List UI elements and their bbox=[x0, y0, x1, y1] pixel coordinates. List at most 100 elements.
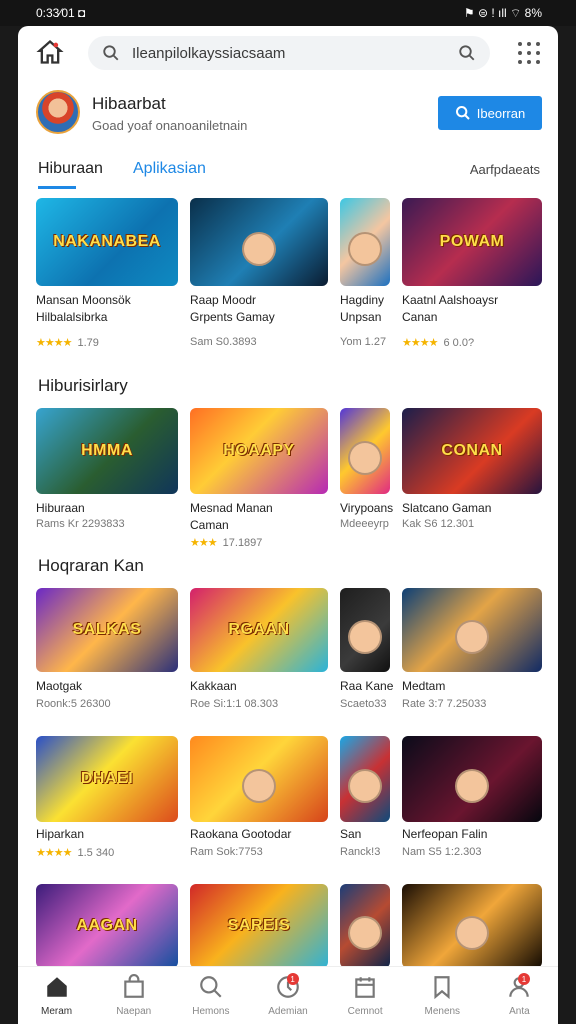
app-name: San bbox=[340, 827, 362, 841]
character-icon bbox=[348, 232, 382, 267]
app-rating: ★★★★ 6 0.0? bbox=[402, 337, 475, 349]
bottom-nav: Meram Naepan Hemons 1 Ademian Cemnot Men… bbox=[18, 966, 558, 1024]
tile-art-text: POWAM bbox=[439, 233, 505, 250]
status-icons: ⚑ ⊜ ! ıll ⌔ 8% bbox=[463, 5, 542, 20]
tab-aplikasian[interactable]: Aplikasian bbox=[133, 160, 206, 178]
search-placeholder: Ileanpilolkayssiacsaam bbox=[132, 44, 286, 62]
app-tile[interactable] bbox=[190, 736, 328, 822]
app-name: Hagdiny Unpsan bbox=[340, 293, 385, 324]
app-tile[interactable]: HMMA bbox=[36, 408, 178, 494]
home-icon[interactable] bbox=[36, 38, 64, 66]
home-icon bbox=[46, 977, 67, 997]
app-tile[interactable] bbox=[402, 588, 542, 672]
status-bar: 0:33⁄01 ◘ ⚑ ⊜ ! ıll ⌔ 8% bbox=[0, 0, 576, 26]
character-icon bbox=[455, 915, 489, 950]
app-name: Mesnad Manan Caman bbox=[190, 501, 273, 532]
app-tile[interactable] bbox=[402, 884, 542, 968]
nav-label: Meram bbox=[41, 1006, 73, 1017]
nav-calendar[interactable]: Cemnot bbox=[327, 967, 404, 1024]
app-tile[interactable]: SAREIS bbox=[190, 884, 328, 968]
nav-bookmarks[interactable]: Menens bbox=[404, 967, 481, 1024]
nav-label: Naepan bbox=[116, 1006, 152, 1017]
tile-art-text: SALKAS bbox=[72, 621, 142, 638]
app-name: Nerfeopan Falin bbox=[402, 827, 488, 841]
app-name: Maotgak bbox=[36, 679, 83, 693]
app-tile[interactable] bbox=[340, 198, 390, 286]
nav-label: Ademian bbox=[268, 1006, 308, 1017]
tab-bar: Hiburaan Aplikasian Aarfpdaeats bbox=[38, 156, 544, 189]
app-tile[interactable] bbox=[340, 408, 390, 494]
app-name: Kaatnl Aalshoaysr Canan bbox=[402, 293, 499, 324]
app-card: Ileanpilolkayssiacsaam Hibaarbat Goad yo… bbox=[18, 26, 558, 1024]
app-name: Slatcano Gaman bbox=[402, 501, 492, 515]
search-icon bbox=[455, 106, 470, 120]
app-meta: Scaeto33 bbox=[340, 698, 387, 710]
character-icon bbox=[242, 232, 276, 267]
shopping-bag-icon bbox=[123, 974, 144, 998]
character-icon bbox=[348, 440, 382, 475]
app-tile[interactable] bbox=[340, 736, 390, 822]
app-tile[interactable]: DHAEI bbox=[36, 736, 178, 822]
tile-art-text: HMMA bbox=[81, 442, 133, 459]
tile-art-text: AAGAN bbox=[76, 917, 138, 934]
character-icon bbox=[242, 768, 276, 803]
app-name: Kakkaan bbox=[190, 679, 237, 693]
bookmark-icon bbox=[434, 976, 450, 1000]
section-title: Hoqraran Kan bbox=[38, 556, 144, 575]
app-name: Hiparkan bbox=[36, 827, 85, 841]
star-rating-icon: ★★★★ bbox=[36, 337, 72, 349]
app-tile[interactable]: CONAN bbox=[402, 408, 542, 494]
character-icon bbox=[455, 619, 489, 654]
tile-art-text: HOAAPY bbox=[223, 442, 295, 459]
app-tile[interactable]: AAGAN bbox=[36, 884, 178, 968]
tile-art-text: NAKANABEA bbox=[53, 233, 161, 250]
avatar[interactable] bbox=[36, 90, 80, 134]
character-icon bbox=[455, 768, 489, 803]
character-icon bbox=[348, 915, 382, 950]
app-tile[interactable] bbox=[190, 198, 328, 286]
app-tile[interactable]: HOAAPY bbox=[190, 408, 328, 494]
status-time: 0:33⁄01 ◘ bbox=[36, 6, 86, 20]
tile-art-text: SAREIS bbox=[227, 917, 291, 934]
tile-art-text: RGAAN bbox=[228, 621, 290, 638]
app-tile[interactable] bbox=[340, 884, 390, 968]
top-bar: Ileanpilolkayssiacsaam bbox=[18, 26, 558, 82]
nav-profile[interactable]: 1 Anta bbox=[481, 967, 558, 1024]
calendar-icon bbox=[355, 977, 375, 998]
search-icon bbox=[103, 45, 119, 61]
app-tile[interactable] bbox=[402, 736, 542, 822]
app-tile[interactable]: RGAAN bbox=[190, 588, 328, 672]
app-name: Hiburaan bbox=[36, 501, 85, 515]
app-meta: Yom 1.27 bbox=[340, 336, 387, 348]
nav-activity[interactable]: 1 Ademian bbox=[249, 967, 326, 1024]
app-meta: Rams Kr 2293833 bbox=[36, 518, 125, 530]
notification-badge: 1 bbox=[517, 973, 530, 985]
nav-bag[interactable]: Naepan bbox=[95, 967, 172, 1024]
nav-label: Hemons bbox=[192, 1006, 230, 1017]
app-name: Raokana Gootodar bbox=[190, 827, 292, 841]
tile-art-text: CONAN bbox=[441, 442, 503, 459]
app-tile[interactable]: SALKAS bbox=[36, 588, 178, 672]
app-name: Raap Moodr Grpents Gamay bbox=[190, 293, 275, 324]
nav-search[interactable]: Hemons bbox=[172, 967, 249, 1024]
app-meta: Nam S5 1:2.303 bbox=[402, 846, 482, 858]
search-submit-icon[interactable] bbox=[458, 44, 476, 62]
app-rating: ★★★★ 1.5 340 bbox=[36, 847, 115, 859]
apps-grid-icon[interactable] bbox=[518, 42, 540, 64]
profile-subtitle: Goad yoaf onanoaniletnain bbox=[92, 118, 248, 133]
app-rating: ★★★★ 1.79 bbox=[36, 337, 99, 349]
tab-hiburaan[interactable]: Hiburaan bbox=[38, 160, 103, 189]
app-tile[interactable]: NAKANABEA bbox=[36, 198, 178, 286]
tab-right-link[interactable]: Aarfpdaeats bbox=[470, 162, 540, 177]
app-meta: Rate 3:7 7.25033 bbox=[402, 698, 487, 710]
app-name: Mansan Moonsök Hilbalalsibrka bbox=[36, 293, 131, 324]
app-tile[interactable]: POWAM bbox=[402, 198, 542, 286]
tile-art-text: DHAEI bbox=[80, 770, 134, 787]
search-button[interactable]: Ibeorran bbox=[438, 96, 542, 130]
character-icon bbox=[348, 768, 382, 803]
search-input[interactable]: Ileanpilolkayssiacsaam bbox=[88, 36, 490, 70]
app-tile[interactable] bbox=[340, 588, 390, 672]
app-meta: Kak S6 12.301 bbox=[402, 518, 475, 530]
nav-home[interactable]: Meram bbox=[18, 967, 95, 1024]
nav-label: Cemnot bbox=[347, 1006, 383, 1017]
